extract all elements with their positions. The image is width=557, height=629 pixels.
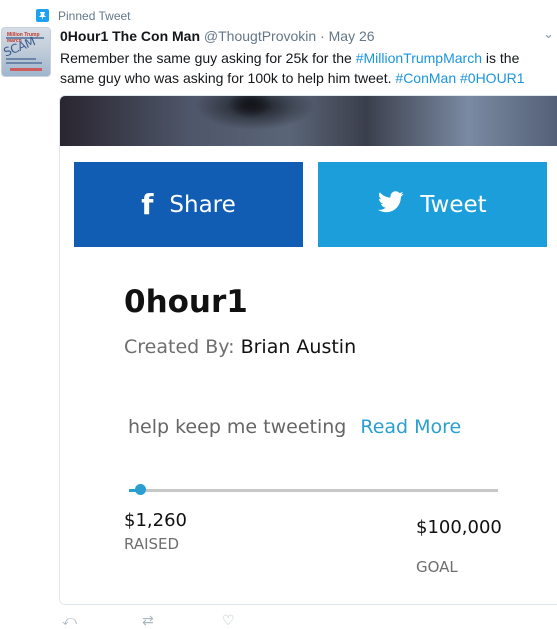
- hashtag-0hour1[interactable]: #0HOUR1: [460, 70, 525, 86]
- card-header-image: [60, 96, 557, 146]
- facebook-icon: f: [141, 188, 154, 221]
- tweet-button[interactable]: Tweet: [318, 162, 547, 247]
- created-by-label: Created By:: [124, 336, 235, 358]
- link-card[interactable]: f Share Tweet 0hour1 Created By: Brian A…: [59, 95, 557, 605]
- reply-icon[interactable]: ⤺: [62, 612, 77, 629]
- description-text: help keep me tweeting: [128, 416, 347, 438]
- user-handle[interactable]: @ThougtProvokin: [204, 28, 316, 44]
- retweet-icon[interactable]: ⇄: [142, 612, 154, 629]
- goal-amount: $100,000: [416, 517, 502, 538]
- raised-label: RAISED: [124, 535, 180, 553]
- progress-bar: [129, 484, 498, 495]
- share-button[interactable]: f Share: [74, 162, 303, 247]
- twitter-bird-icon: [378, 190, 404, 219]
- campaign-description: help keep me tweeting Read More: [128, 416, 461, 438]
- more-options-icon[interactable]: ⌄: [543, 26, 554, 42]
- tweet-date[interactable]: May 26: [329, 28, 375, 44]
- read-more-link[interactable]: Read More: [360, 416, 461, 438]
- tweet-header: 0Hour1 The Con Man @ThougtProvokin · May…: [60, 28, 375, 44]
- header-separator: ·: [316, 28, 329, 44]
- pinned-label: Pinned Tweet: [58, 9, 131, 23]
- campaign-creator: Created By: Brian Austin: [124, 336, 356, 358]
- tweet-text-part: Remember the same guy asking for 25k for…: [60, 50, 356, 66]
- share-label: Share: [169, 191, 236, 218]
- tweet-actions: ⤺ ⇄ ♡: [60, 612, 360, 628]
- progress-knob: [135, 484, 147, 495]
- like-icon[interactable]: ♡: [222, 612, 235, 629]
- hashtag-millionTrumpMarch[interactable]: #MillionTrumpMarch: [356, 50, 482, 66]
- display-name[interactable]: 0Hour1 The Con Man: [60, 28, 200, 44]
- avatar[interactable]: Million Trump March SCAM: [1, 27, 51, 77]
- tweet-label: Tweet: [420, 191, 487, 218]
- tweet-text: Remember the same guy asking for 25k for…: [60, 48, 554, 88]
- campaign-title[interactable]: 0hour1: [124, 284, 248, 320]
- hashtag-conman[interactable]: #ConMan: [395, 70, 456, 86]
- goal-label: GOAL: [416, 558, 458, 576]
- pin-icon: [36, 9, 49, 22]
- creator-name: Brian Austin: [234, 336, 357, 358]
- raised-amount: $1,260: [124, 510, 187, 531]
